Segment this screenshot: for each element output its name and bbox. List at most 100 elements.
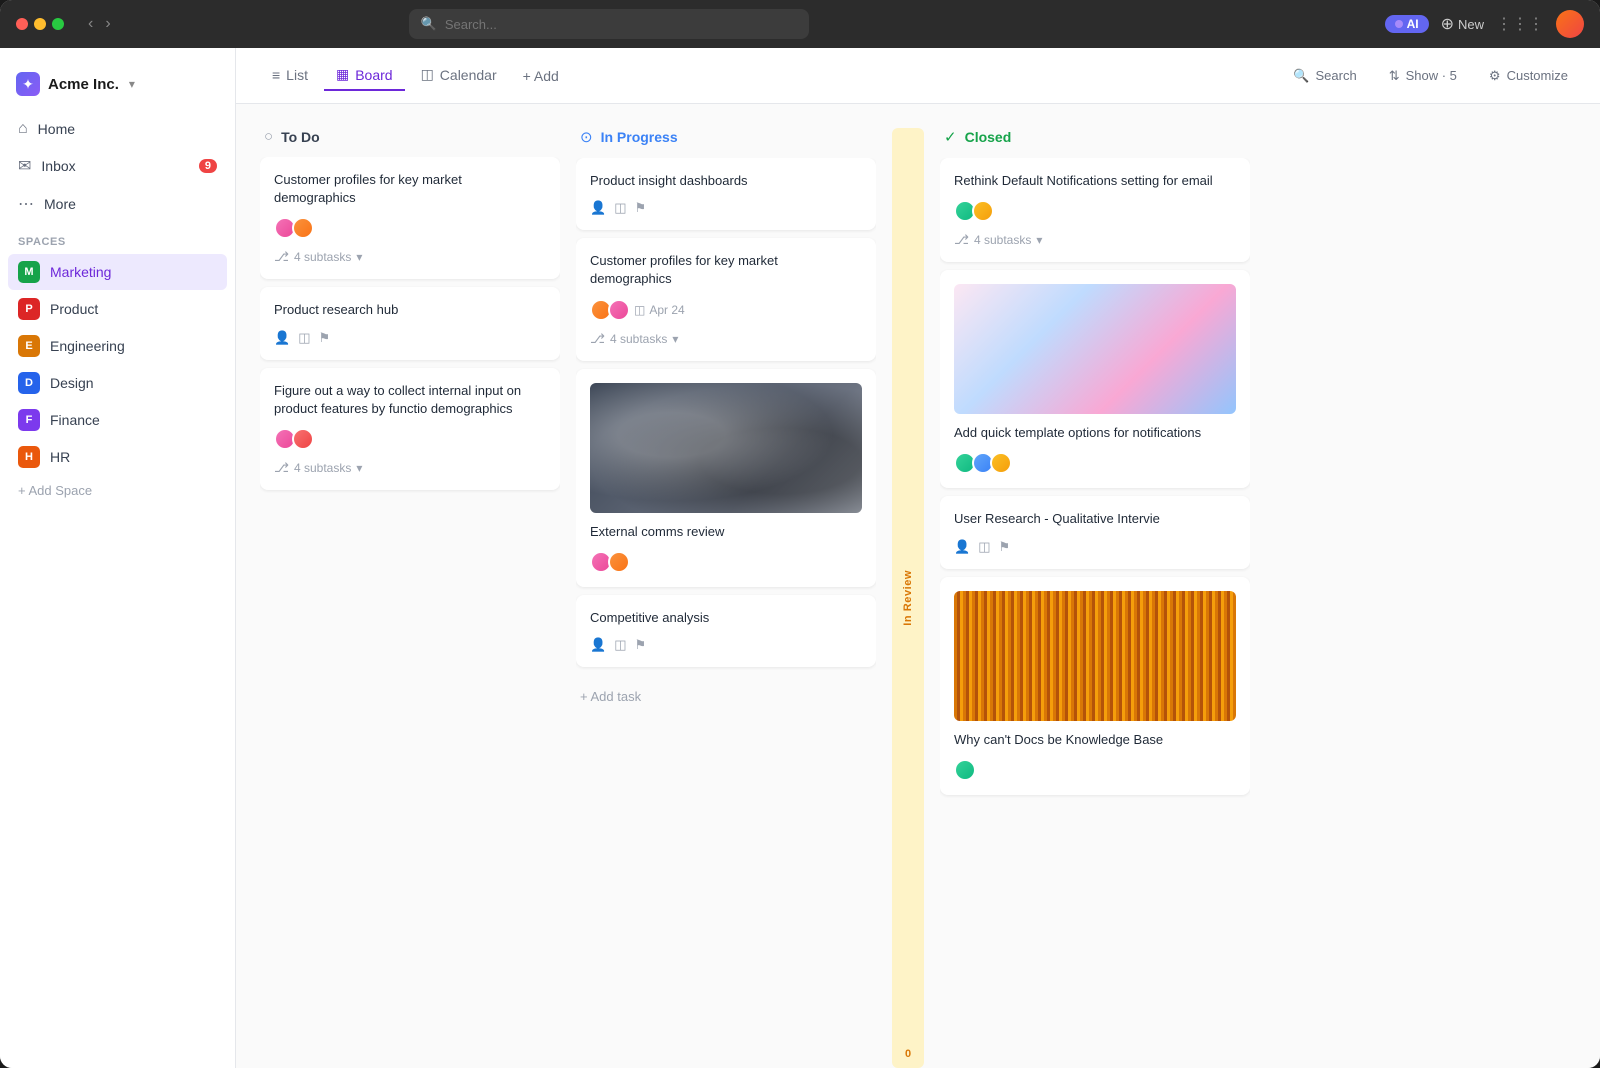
card-meta xyxy=(954,452,1236,474)
chevron-down-icon: ▾ xyxy=(1036,233,1042,247)
sidebar-item-finance[interactable]: F Finance xyxy=(8,402,227,438)
forward-arrow[interactable]: › xyxy=(101,13,114,35)
brand-logo: ✦ xyxy=(16,72,40,96)
card-customer-profiles-todo[interactable]: Customer profiles for key market demogra… xyxy=(260,157,560,279)
card-subtasks[interactable]: ⎇ 4 subtasks ▾ xyxy=(274,249,546,265)
assignee-icon[interactable]: 👤 xyxy=(954,539,970,555)
date-icon[interactable]: ◫ xyxy=(614,637,626,653)
engineering-dot: E xyxy=(18,335,40,357)
sidebar-item-engineering[interactable]: E Engineering xyxy=(8,328,227,364)
assignee-icon[interactable]: 👤 xyxy=(590,637,606,653)
date-icon[interactable]: ◫ xyxy=(614,200,626,216)
inbox-badge: 9 xyxy=(199,159,217,173)
global-search-bar[interactable]: 🔍 xyxy=(409,9,809,39)
sidebar-item-marketing[interactable]: M Marketing xyxy=(8,254,227,290)
sidebar-item-more[interactable]: ⋯ More xyxy=(8,186,227,222)
assignee-icon[interactable]: 👤 xyxy=(590,200,606,216)
tab-list-label: List xyxy=(286,67,308,83)
card-image-gold xyxy=(954,591,1236,721)
show-button[interactable]: ⇅ Show · 5 xyxy=(1381,64,1465,88)
card-title: Product research hub xyxy=(274,301,546,319)
back-arrow[interactable]: ‹ xyxy=(84,13,97,35)
customize-button[interactable]: ⚙ Customize xyxy=(1481,64,1576,88)
search-button[interactable]: 🔍 Search xyxy=(1285,64,1364,88)
assignee-icon[interactable]: 👤 xyxy=(274,330,290,346)
brand[interactable]: ✦ Acme Inc. ▾ xyxy=(0,64,235,112)
card-product-research-hub[interactable]: Product research hub 👤 ◫ ⚑ xyxy=(260,287,560,359)
closed-title: Closed xyxy=(965,129,1012,145)
ai-badge[interactable]: AI xyxy=(1385,15,1429,33)
maximize-button[interactable] xyxy=(52,18,64,30)
flag-icon[interactable]: ⚑ xyxy=(318,330,330,346)
card-quick-template[interactable]: Add quick template options for notificat… xyxy=(940,270,1250,488)
card-image xyxy=(590,383,862,513)
content-area: ≡ List ▦ Board ◫ Calendar + Add xyxy=(236,48,1600,1068)
avatar xyxy=(292,217,314,239)
card-docs-knowledge[interactable]: Why can't Docs be Knowledge Base xyxy=(940,577,1250,795)
card-subtasks[interactable]: ⎇ 4 subtasks ▾ xyxy=(274,460,546,476)
date-icon[interactable]: ◫ xyxy=(978,539,990,555)
app-window: ‹ › 🔍 AI ⊕ New ⋮⋮⋮ ✦ xyxy=(0,0,1600,1068)
ai-dot xyxy=(1395,20,1403,28)
tab-calendar[interactable]: ◫ Calendar xyxy=(409,60,509,91)
flag-icon[interactable]: ⚑ xyxy=(634,200,646,216)
flag-icon[interactable]: ⚑ xyxy=(634,637,646,653)
global-search-input[interactable] xyxy=(445,17,797,32)
card-title: Add quick template options for notificat… xyxy=(954,424,1236,442)
tab-board[interactable]: ▦ Board xyxy=(324,60,405,91)
card-product-insight[interactable]: Product insight dashboards 👤 ◫ ⚑ xyxy=(576,158,876,230)
grid-icon[interactable]: ⋮⋮⋮ xyxy=(1496,14,1544,34)
card-image xyxy=(954,284,1236,414)
minimize-button[interactable] xyxy=(34,18,46,30)
finance-dot: F xyxy=(18,409,40,431)
card-user-research[interactable]: User Research - Qualitative Intervie 👤 ◫… xyxy=(940,496,1250,568)
column-inprogress: ⊙ In Progress Product insight dashboards… xyxy=(576,128,876,1068)
user-avatar[interactable] xyxy=(1556,10,1584,38)
main-layout: ✦ Acme Inc. ▾ ⌂ Home ✉ Inbox 9 ⋯ More xyxy=(0,48,1600,1068)
todo-cards: Customer profiles for key market demogra… xyxy=(260,157,560,1068)
card-meta xyxy=(274,217,546,239)
todo-title: To Do xyxy=(281,129,320,145)
card-meta: 👤 ◫ ⚑ xyxy=(954,539,1236,555)
card-external-comms[interactable]: External comms review xyxy=(576,369,876,587)
card-title: Customer profiles for key market demogra… xyxy=(274,171,546,207)
card-collect-input[interactable]: Figure out a way to collect internal inp… xyxy=(260,368,560,490)
in-review-sidebar[interactable]: In Review 0 xyxy=(892,128,924,1068)
add-task-button[interactable]: + Add task xyxy=(576,679,876,714)
in-review-count: 0 xyxy=(905,1048,911,1060)
new-button[interactable]: ⊕ New xyxy=(1441,14,1484,34)
date-icon[interactable]: ◫ xyxy=(298,330,310,346)
brand-chevron-icon: ▾ xyxy=(129,77,135,91)
add-view-label: + Add xyxy=(523,68,559,84)
card-rethink-notifications[interactable]: Rethink Default Notifications setting fo… xyxy=(940,158,1250,262)
subtask-count: 4 subtasks xyxy=(610,332,667,346)
sidebar-item-hr[interactable]: H HR xyxy=(8,439,227,475)
card-title: Customer profiles for key market demogra… xyxy=(590,252,862,288)
sidebar: ✦ Acme Inc. ▾ ⌂ Home ✉ Inbox 9 ⋯ More xyxy=(0,48,236,1068)
card-customer-profiles-inprogress[interactable]: Customer profiles for key market demogra… xyxy=(576,238,876,360)
card-meta xyxy=(590,551,862,573)
sidebar-item-design[interactable]: D Design xyxy=(8,365,227,401)
nav-arrows: ‹ › xyxy=(84,13,115,35)
sidebar-nav: ⌂ Home ✉ Inbox 9 ⋯ More xyxy=(0,112,235,224)
plus-icon: ⊕ xyxy=(1441,14,1454,34)
sidebar-item-home[interactable]: ⌂ Home xyxy=(8,112,227,146)
sidebar-item-product[interactable]: P Product xyxy=(8,291,227,327)
add-view-button[interactable]: + Add xyxy=(513,62,569,90)
add-space-button[interactable]: + Add Space xyxy=(0,476,235,505)
card-competitive-analysis[interactable]: Competitive analysis 👤 ◫ ⚑ xyxy=(576,595,876,667)
card-subtasks[interactable]: ⎇ 4 subtasks ▾ xyxy=(954,232,1236,248)
closed-cards: Rethink Default Notifications setting fo… xyxy=(940,158,1250,1068)
tab-list[interactable]: ≡ List xyxy=(260,61,320,91)
card-avatars xyxy=(590,551,626,573)
sidebar-item-inbox[interactable]: ✉ Inbox 9 xyxy=(8,148,227,184)
card-title: Figure out a way to collect internal inp… xyxy=(274,382,546,418)
close-button[interactable] xyxy=(16,18,28,30)
marketing-dot: M xyxy=(18,261,40,283)
column-todo-header: ○ To Do xyxy=(260,128,560,145)
star-icon: ✦ xyxy=(22,76,34,93)
card-subtasks[interactable]: ⎇ 4 subtasks ▾ xyxy=(590,331,862,347)
card-title: User Research - Qualitative Intervie xyxy=(954,510,1236,528)
flag-icon[interactable]: ⚑ xyxy=(998,539,1010,555)
card-avatars xyxy=(954,200,990,222)
